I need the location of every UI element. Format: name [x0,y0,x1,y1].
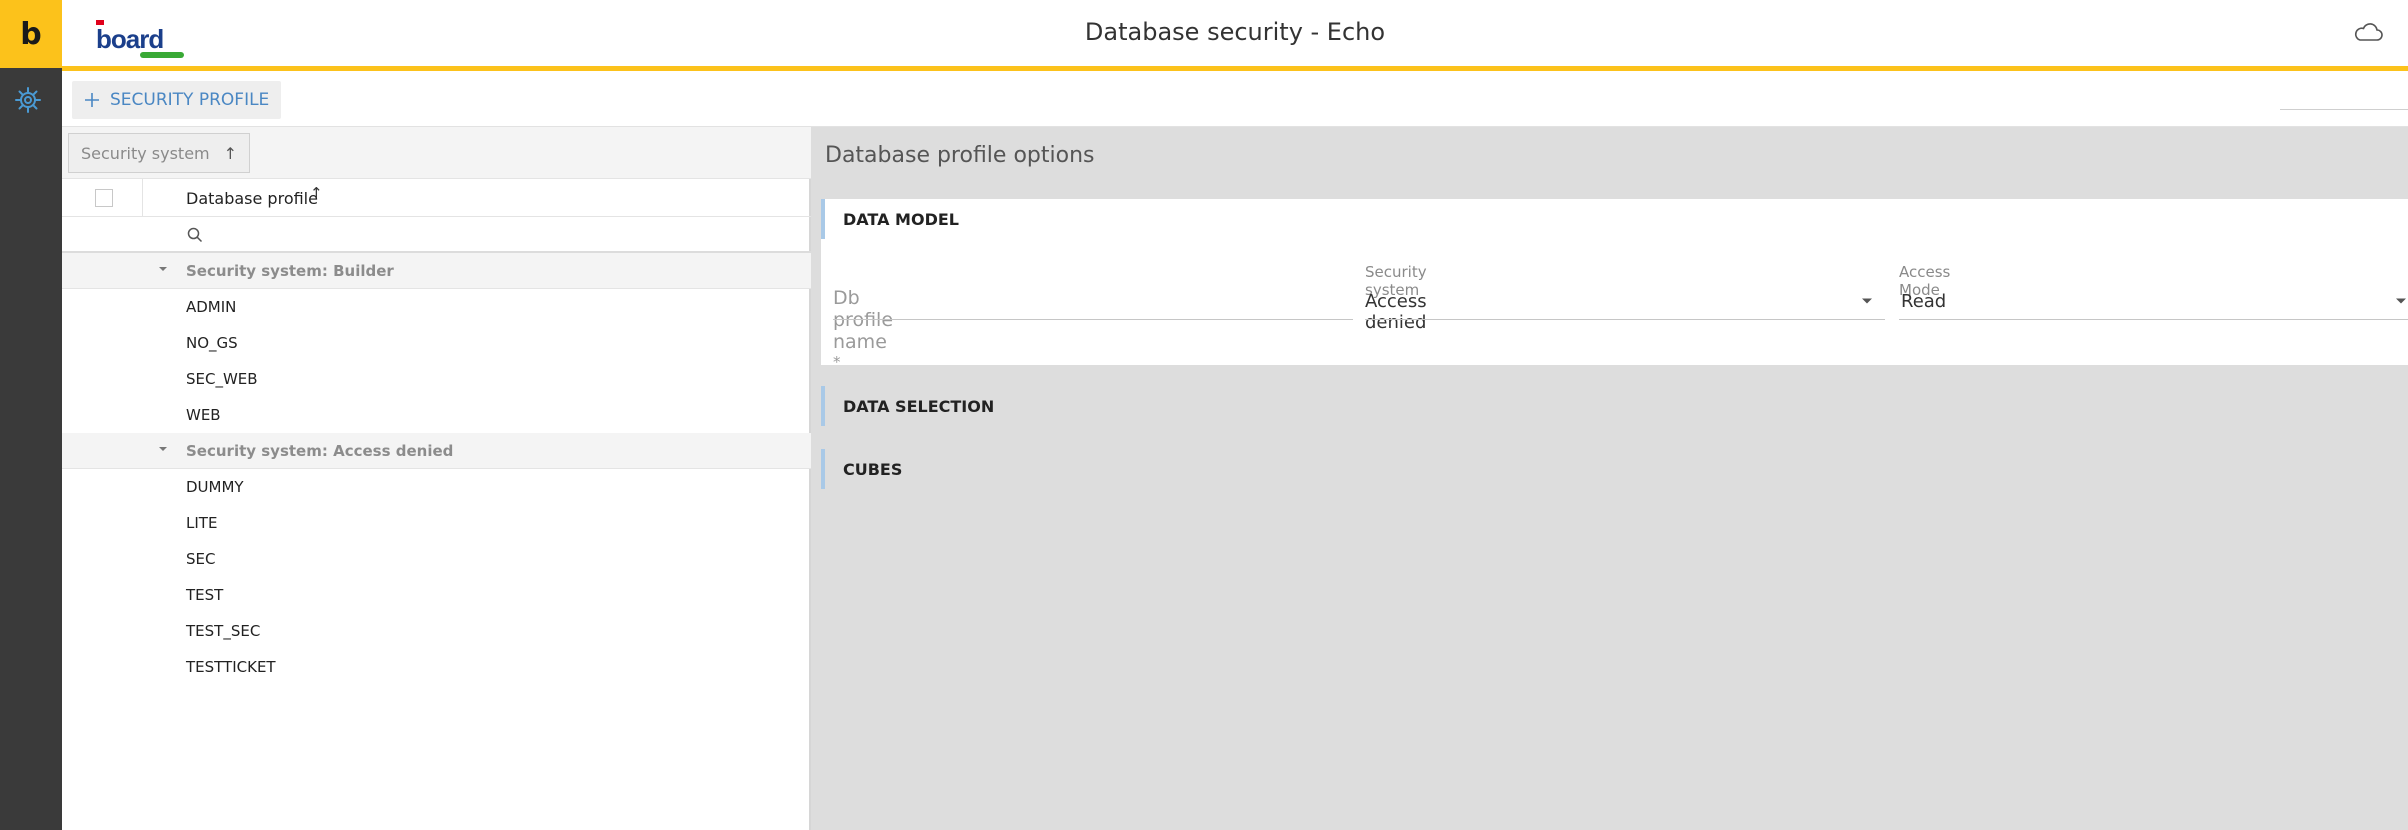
group-label: Security system: Builder [186,262,394,280]
search-input[interactable] [212,221,792,249]
section-data-model[interactable]: DATA MODEL [821,199,2408,239]
section-cubes[interactable]: CUBES [821,449,1421,489]
list-item[interactable]: LITE [62,505,811,541]
board-logo-text: board [96,24,164,54]
section-data-selection[interactable]: DATA SELECTION [821,386,1421,426]
group-by-chip-label: Security system [81,143,210,163]
board-logo-swoosh [140,52,184,58]
column-search-row [62,217,811,253]
sort-ascending-icon[interactable]: ↑ [310,184,323,202]
list-item[interactable]: SEC [62,541,811,577]
access-mode-underline [1899,319,2408,320]
page-title: Database security - Echo [1084,18,1386,46]
options-title: Database profile options [825,143,1095,168]
group-label: Security system: Access denied [186,442,454,460]
collapse-caret-icon[interactable] [156,262,170,276]
profile-name: LITE [186,514,218,532]
db-profile-name-placeholder: Db profile name [833,287,894,353]
chevron-down-icon[interactable] [1861,297,1873,305]
section-cubes-label: CUBES [843,460,903,479]
list-item[interactable]: TESTTICKET [62,649,811,685]
list-item[interactable]: ADMIN [62,289,811,325]
profile-rows: Security system: Builder ADMIN NO_GS SEC_WE… [62,253,811,685]
profile-name: SEC_WEB [186,370,258,388]
add-security-profile-button[interactable]: SECURITY PROFILE [72,81,282,119]
search-icon [187,227,203,243]
profile-name: TEST [186,586,224,604]
sort-ascending-icon[interactable]: ↑ [224,144,237,163]
toolbar-filter-field[interactable] [2280,109,2408,110]
access-mode-value: Read [1901,291,1947,312]
db-profile-name-underline [833,319,1353,320]
column-divider [142,179,143,217]
column-header: Database profile ↑ [62,179,811,217]
group-row[interactable]: Security system: Access denied [62,433,811,469]
collapse-caret-icon[interactable] [156,442,170,456]
list-item[interactable]: TEST_SEC [62,613,811,649]
left-rail: b [0,0,62,830]
profile-name: WEB [186,406,221,424]
security-system-underline [1365,319,1885,320]
board-logo: board [92,20,188,58]
data-model-body: Db profile name * Security system Access… [821,239,2408,371]
profile-name: TEST_SEC [186,622,261,640]
profile-list-panel: Security system ↑ Database profile ↑ Sec… [62,127,811,830]
section-data-selection-label: DATA SELECTION [843,397,995,416]
profile-name: DUMMY [186,478,244,496]
app-header: Database security - Echo [62,0,2408,66]
profile-name: NO_GS [186,334,238,352]
app-logo[interactable]: b [0,0,62,68]
app-logo-letter: b [20,16,42,52]
list-item[interactable]: TEST [62,577,811,613]
group-by-bar: Security system ↑ [62,127,811,179]
group-by-chip-security-system[interactable]: Security system ↑ [68,133,251,173]
toolbar: SECURITY PROFILE [62,71,2408,127]
section-data-model-label: DATA MODEL [843,210,959,229]
profile-name: TESTTICKET [186,658,276,676]
group-row[interactable]: Security system: Builder [62,253,811,289]
profile-name: SEC [186,550,216,568]
chevron-down-icon[interactable] [2395,297,2407,305]
security-settings-icon[interactable] [12,84,44,116]
column-title-database-profile[interactable]: Database profile [186,189,318,208]
security-system-value: Access denied [1365,291,1427,333]
required-mark: * [833,353,841,371]
list-item[interactable]: SEC_WEB [62,361,811,397]
list-item[interactable]: WEB [62,397,811,433]
list-item[interactable]: DUMMY [62,469,811,505]
profile-name: ADMIN [186,298,237,316]
plus-icon [85,93,99,107]
list-item[interactable]: NO_GS [62,325,811,361]
add-security-profile-label: SECURITY PROFILE [110,90,270,110]
select-all-checkbox[interactable] [95,189,113,207]
cloud-icon[interactable] [2352,20,2384,44]
profile-options-panel: Database profile options DATA MODEL Db p… [811,127,2408,830]
